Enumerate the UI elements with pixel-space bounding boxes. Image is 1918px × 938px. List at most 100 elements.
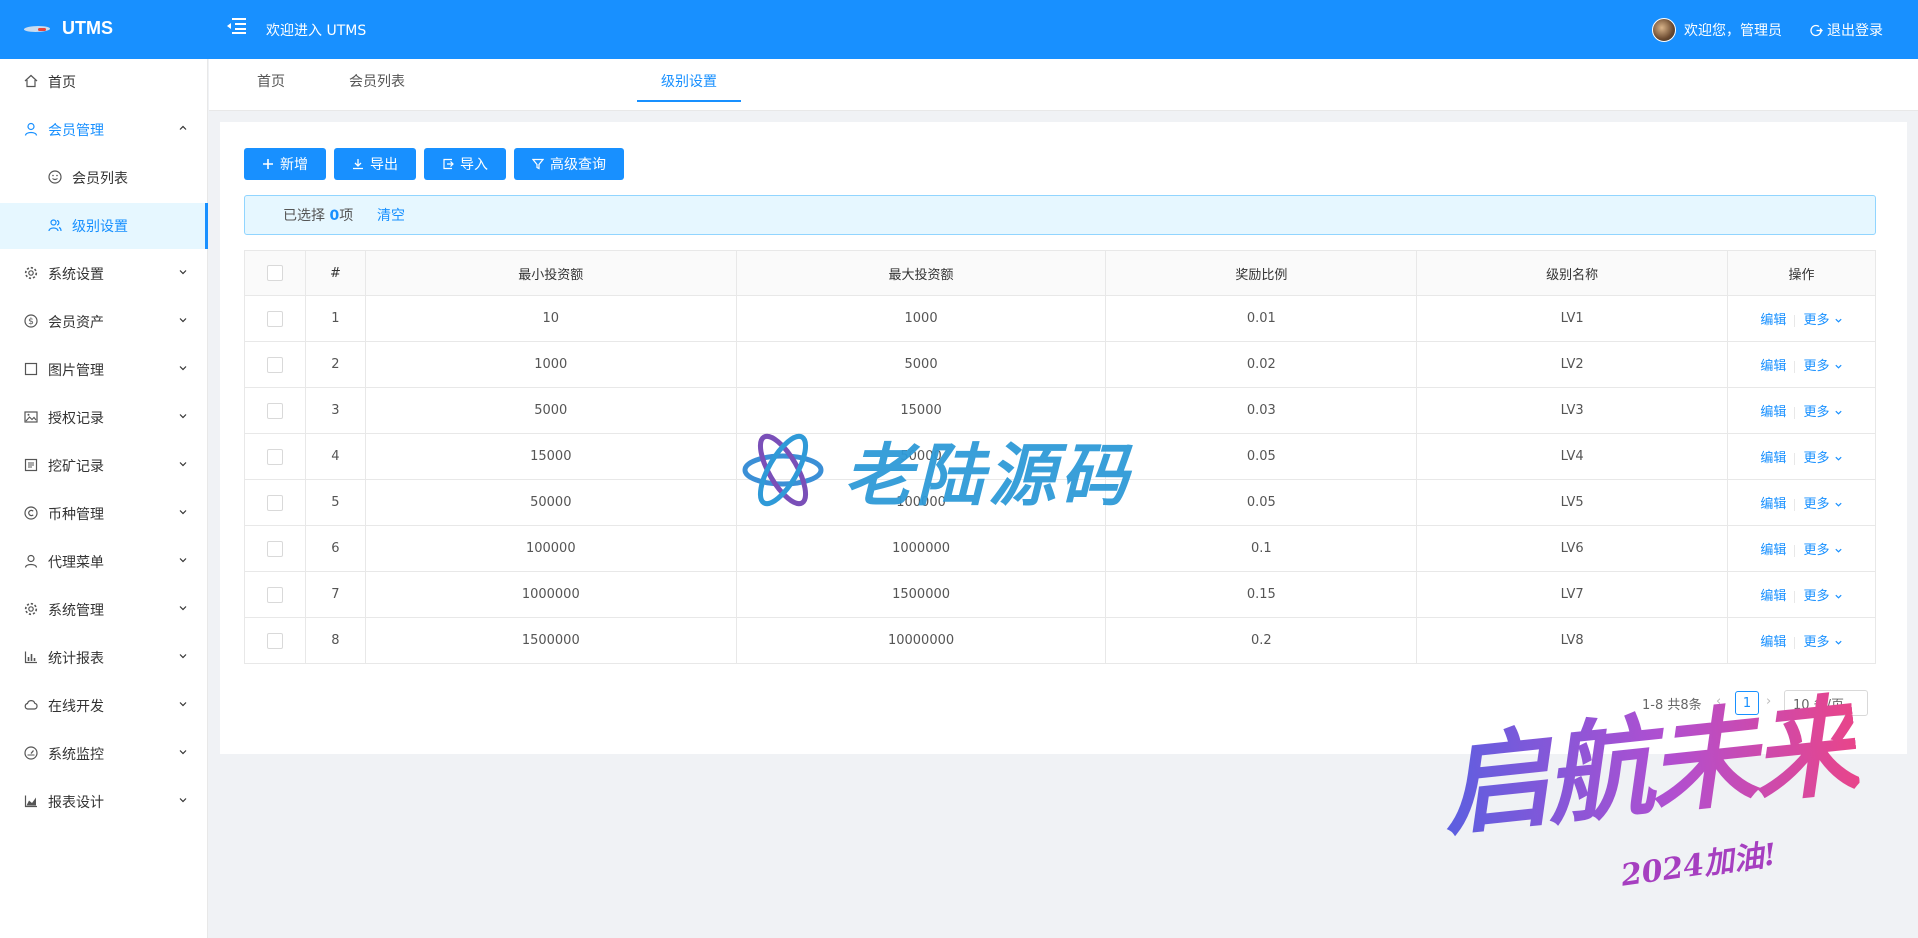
sidebar-item-label: 授权记录: [48, 411, 104, 427]
more-dropdown[interactable]: 更多: [1803, 497, 1842, 512]
clear-selection-link[interactable]: 清空: [377, 205, 405, 225]
more-dropdown[interactable]: 更多: [1803, 589, 1842, 604]
table-row: 3 5000 15000 0.03 LV3 编辑 更多: [244, 387, 1876, 434]
import-button[interactable]: 导入: [424, 148, 506, 180]
edit-link[interactable]: 编辑: [1760, 589, 1786, 604]
sidebar-item-level-settings[interactable]: 级别设置: [0, 203, 208, 249]
column-header[interactable]: 级别名称: [1416, 250, 1729, 296]
table-cell: 0.15: [1105, 571, 1418, 618]
sidebar-item-agent-menu[interactable]: 代理菜单: [0, 539, 208, 585]
copyright-icon: [24, 506, 38, 520]
prev-page-button[interactable]: ‹: [1716, 694, 1721, 709]
tab-level-settings[interactable]: 级别设置: [641, 59, 737, 103]
row-checkbox[interactable]: [266, 586, 283, 603]
action-divider: [1794, 314, 1796, 327]
row-actions: 编辑 更多: [1727, 525, 1876, 572]
sidebar-item-member-management[interactable]: 会员管理: [0, 107, 208, 153]
more-dropdown[interactable]: 更多: [1803, 359, 1842, 374]
row-select-cell: [244, 295, 306, 342]
table-row: 4 15000 50000 0.05 LV4 编辑 更多: [244, 433, 1876, 480]
sidebar-item-label: 在线开发: [48, 699, 104, 715]
pagination-total: 1-8 共8条: [1642, 698, 1702, 713]
edit-link[interactable]: 编辑: [1760, 543, 1786, 558]
sidebar-item-system-settings[interactable]: 系统设置: [0, 251, 208, 297]
sidebar-item-system-monitor[interactable]: 系统监控: [0, 731, 208, 777]
edit-link[interactable]: 编辑: [1760, 405, 1786, 420]
table-body: 1 10 1000 0.01 LV1 编辑 更多 2 1000 5000 0.02 LV2 编辑 更多 …: [244, 295, 1876, 664]
gear-icon: [24, 602, 38, 616]
row-checkbox[interactable]: [266, 402, 283, 419]
more-dropdown[interactable]: 更多: [1803, 313, 1842, 328]
table-cell: 15000: [365, 433, 737, 480]
sidebar-item-member-list[interactable]: 会员列表: [0, 155, 208, 201]
add-button-label: 新增: [280, 157, 308, 173]
table-cell: 8: [305, 617, 366, 664]
smile-icon: [48, 170, 62, 184]
tab-member-list[interactable]: 会员列表: [329, 59, 425, 103]
export-button[interactable]: 导出: [334, 148, 416, 180]
row-checkbox[interactable]: [266, 494, 283, 511]
sidebar-item-online-dev[interactable]: 在线开发: [0, 683, 208, 729]
select-all-checkbox[interactable]: [266, 265, 283, 281]
row-checkbox[interactable]: [266, 310, 283, 327]
add-button[interactable]: 新增: [244, 148, 326, 180]
edit-link[interactable]: 编辑: [1760, 313, 1786, 328]
gear-icon: [24, 266, 38, 280]
more-dropdown[interactable]: 更多: [1803, 405, 1842, 420]
more-dropdown[interactable]: 更多: [1803, 543, 1842, 558]
current-page[interactable]: 1: [1735, 691, 1759, 715]
sidebar-item-report-design[interactable]: 报表设计: [0, 779, 208, 825]
row-actions: 编辑 更多: [1727, 571, 1876, 618]
next-page-button[interactable]: ›: [1766, 694, 1771, 709]
logo-icon: [24, 22, 52, 36]
table-cell: 0.05: [1105, 479, 1418, 526]
row-checkbox[interactable]: [266, 448, 283, 465]
table-cell: 1500000: [736, 571, 1107, 618]
advanced-query-button[interactable]: 高级查询: [514, 148, 624, 180]
sidebar-item-system-management[interactable]: 系统管理: [0, 587, 208, 633]
column-header[interactable]: 奖励比例: [1105, 250, 1418, 296]
row-checkbox[interactable]: [266, 540, 283, 557]
menu-fold-icon[interactable]: [226, 17, 246, 35]
table-cell: 0.2: [1105, 617, 1418, 664]
column-header[interactable]: 最大投资额: [736, 250, 1107, 296]
sidebar-item-statistics[interactable]: 统计报表: [0, 635, 208, 681]
tab-home[interactable]: 首页: [239, 59, 303, 103]
sidebar-item-image-management[interactable]: 图片管理: [0, 347, 208, 393]
table-cell: LV4: [1416, 433, 1729, 480]
user-menu[interactable]: 欢迎您，管理员: [1652, 18, 1782, 42]
sidebar-item-currency-management[interactable]: 币种管理: [0, 491, 208, 537]
selection-count: 0: [329, 208, 340, 224]
column-header[interactable]: 最小投资额: [365, 250, 737, 296]
row-checkbox[interactable]: [266, 632, 283, 649]
sidebar-item-auth-records[interactable]: 授权记录: [0, 395, 208, 441]
table-cell: LV6: [1416, 525, 1729, 572]
row-checkbox[interactable]: [266, 356, 283, 373]
welcome-text: 欢迎进入 UTMS: [266, 23, 367, 39]
row-select-cell: [244, 617, 306, 664]
logout-button[interactable]: 退出登录: [1810, 20, 1883, 40]
sidebar-item-label: 统计报表: [48, 651, 104, 667]
row-actions: 编辑 更多: [1727, 479, 1876, 526]
sidebar-item-mining-records[interactable]: 挖矿记录: [0, 443, 208, 489]
sidebar-item-label: 级别设置: [72, 219, 128, 235]
sidebar-item-member-assets[interactable]: $ 会员资产: [0, 299, 208, 345]
more-dropdown[interactable]: 更多: [1803, 635, 1842, 650]
row-select-cell: [244, 479, 306, 526]
app-logo[interactable]: UTMS: [24, 18, 113, 39]
edit-link[interactable]: 编辑: [1760, 497, 1786, 512]
page-size-select[interactable]: 10 条/页: [1784, 690, 1868, 716]
sidebar-item-label: 图片管理: [48, 363, 104, 379]
column-header: 操作: [1727, 250, 1876, 296]
sidebar-item-home[interactable]: 首页: [0, 59, 208, 105]
table-row: 2 1000 5000 0.02 LV2 编辑 更多: [244, 341, 1876, 388]
row-select-cell: [244, 341, 306, 388]
table-cell: 0.05: [1105, 433, 1418, 480]
row-select-cell: [244, 571, 306, 618]
edit-link[interactable]: 编辑: [1760, 451, 1786, 466]
edit-link[interactable]: 编辑: [1760, 359, 1786, 374]
table-cell: 100000: [365, 525, 737, 572]
edit-link[interactable]: 编辑: [1760, 635, 1786, 650]
more-dropdown[interactable]: 更多: [1803, 451, 1842, 466]
avatar[interactable]: [1652, 18, 1676, 42]
